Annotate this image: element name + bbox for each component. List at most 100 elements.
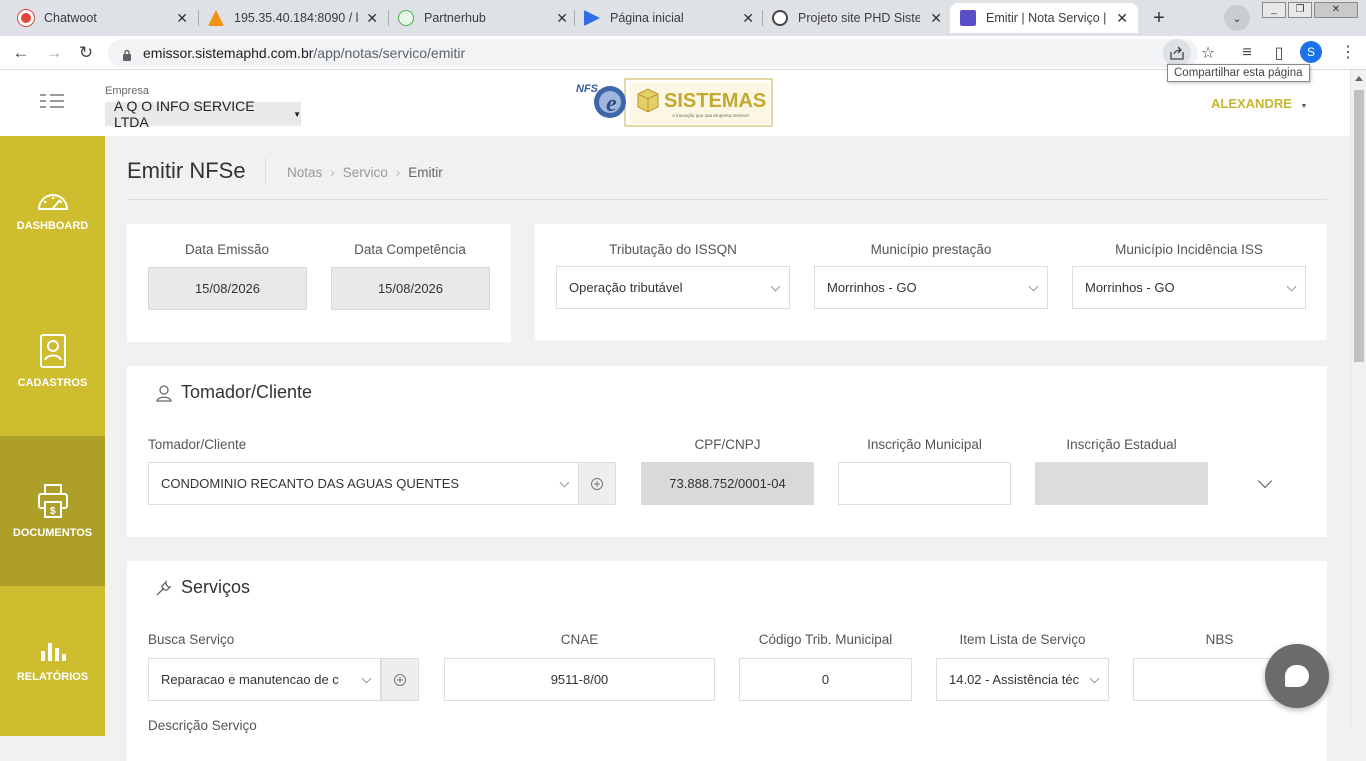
tributacao-issqn-value: Operação tributável: [569, 280, 683, 295]
breadcrumb-item[interactable]: Notas: [287, 165, 322, 180]
maximize-button[interactable]: ❐: [1288, 2, 1312, 18]
main-content: Emitir NFSe Notas › Servico › Emitir Data Em…: [105, 136, 1350, 761]
tab-close-icon[interactable]: ✕: [176, 10, 188, 27]
back-button[interactable]: ←: [10, 42, 32, 64]
logo-nfs: NFS: [576, 83, 599, 95]
nbs-label: NBS: [1205, 632, 1234, 647]
plus-circle-icon: [591, 477, 603, 490]
forward-button[interactable]: →: [43, 42, 65, 64]
empresa-label: Empresa: [105, 85, 150, 97]
dates-card: Data Emissão 15/08/2026 Data Competência…: [127, 224, 511, 342]
share-page-button[interactable]: [1163, 39, 1191, 67]
page-title: Emitir NFSe: [127, 158, 246, 183]
browser-tab[interactable]: Chatwoot ✕: [8, 3, 198, 33]
municipio-prestacao-select[interactable]: Morrinhos - GO: [814, 266, 1048, 309]
tab-search-button[interactable]: ⌄: [1224, 5, 1250, 31]
data-competencia-input[interactable]: 15/08/2026: [331, 267, 490, 310]
inscricao-estadual-label: Inscrição Estadual: [1066, 437, 1177, 452]
page-scrollbar[interactable]: [1350, 70, 1366, 728]
chevron-down-icon: [1028, 281, 1039, 292]
municipio-prestacao-label: Município prestação: [870, 242, 992, 257]
profile-avatar[interactable]: S: [1300, 41, 1322, 63]
chat-widget-button[interactable]: [1265, 644, 1329, 708]
descricao-servico-label: Descrição Serviço: [148, 718, 257, 733]
reload-button[interactable]: ↻: [75, 42, 97, 64]
tab-close-icon[interactable]: ✕: [742, 10, 754, 27]
data-emissao-label: Data Emissão: [184, 242, 270, 257]
sidebar-item-documentos[interactable]: $ DOCUMENTOS: [0, 436, 105, 586]
browser-tab[interactable]: Partnerhub ✕: [388, 3, 578, 33]
tab-title: Emitir | Nota Serviço | P: [986, 11, 1110, 25]
minimize-button[interactable]: _: [1262, 2, 1286, 18]
cpf-cnpj-input[interactable]: 73.888.752/0001-04: [641, 462, 814, 505]
url-path: /app/notas/servico/emitir: [313, 45, 466, 61]
reading-list-icon[interactable]: ≡: [1236, 42, 1258, 64]
company-logo: e NFS SISTEMAS A inovação que sua empres…: [576, 78, 774, 128]
scrollbar-thumb[interactable]: [1354, 90, 1364, 362]
close-window-button[interactable]: ✕: [1314, 2, 1358, 18]
cnae-label: CNAE: [560, 632, 599, 647]
browser-tab-active[interactable]: Emitir | Nota Serviço | P ✕: [950, 3, 1138, 33]
inscricao-municipal-input[interactable]: [838, 462, 1011, 505]
browser-tab[interactable]: 195.35.40.184:8090 / lo ✕: [198, 3, 388, 33]
user-name: ALEXANDRE: [1211, 96, 1292, 111]
divider: [127, 199, 1327, 200]
sidebar-item-dashboard[interactable]: DASHBOARD: [0, 136, 105, 286]
tab-title: Partnerhub: [424, 11, 486, 25]
tab-close-icon[interactable]: ✕: [930, 10, 942, 27]
item-lista-select[interactable]: 14.02 - Assistência téc: [936, 658, 1109, 701]
browser-tab-bar: Chatwoot ✕ 195.35.40.184:8090 / lo ✕ Par…: [0, 0, 1366, 36]
tomador-cliente-label: Tomador/Cliente: [148, 437, 247, 452]
tab-close-icon[interactable]: ✕: [366, 10, 378, 27]
tributacao-issqn-select[interactable]: Operação tributável: [556, 266, 790, 309]
tab-close-icon[interactable]: ✕: [556, 10, 568, 27]
user-menu[interactable]: ALEXANDRE ▼: [1211, 96, 1307, 111]
caret-down-icon: ▼: [293, 109, 301, 119]
browser-menu-icon[interactable]: ⋮: [1340, 42, 1356, 62]
sidebar-item-label: DASHBOARD: [16, 220, 89, 232]
sidebar-item-label: DOCUMENTOS: [12, 527, 93, 539]
busca-servico-value: Reparacao e manutencao de c: [161, 672, 339, 687]
bookmark-star-icon[interactable]: ☆: [1197, 42, 1219, 64]
url-host: emissor.sistemaphd.com.br: [143, 45, 314, 61]
busca-servico-select[interactable]: Reparacao e manutencao de c: [148, 658, 381, 701]
chat-bubble-icon: [1285, 665, 1309, 687]
data-emissao-input[interactable]: 15/08/2026: [148, 267, 307, 310]
add-cliente-button[interactable]: [578, 462, 616, 505]
address-bar[interactable]: emissor.sistemaphd.com.br/app/notas/serv…: [108, 39, 1198, 67]
browser-tab[interactable]: Projeto site PHD Sistem ✕: [762, 3, 952, 33]
browser-tab[interactable]: Página inicial ✕: [574, 3, 764, 33]
caret-down-icon: ▼: [1300, 103, 1308, 110]
lock-icon: [122, 48, 131, 61]
sidebar-item-label: RELATÓRIOS: [16, 671, 89, 683]
empresa-value: A Q O INFO SERVICE LTDA: [114, 98, 255, 130]
window-controls: _ ❐ ✕: [1262, 2, 1360, 18]
menu-toggle-icon[interactable]: [40, 94, 66, 108]
codigo-trib-input[interactable]: 0: [739, 658, 912, 701]
partnerhub-favicon-icon: [398, 10, 414, 26]
tab-close-icon[interactable]: ✕: [1116, 10, 1128, 27]
tomador-cliente-select[interactable]: CONDOMINIO RECANTO DAS AGUAS QUENTES: [148, 462, 579, 505]
empresa-select[interactable]: A Q O INFO SERVICE LTDA ▼: [105, 98, 301, 130]
add-servico-button[interactable]: [381, 658, 419, 701]
inscricao-estadual-input[interactable]: [1035, 462, 1208, 505]
municipio-incidencia-select[interactable]: Morrinhos - GO: [1072, 266, 1306, 309]
expand-chevron-icon[interactable]: [1257, 473, 1273, 489]
sidebar-item-cadastros[interactable]: CADASTROS: [0, 286, 105, 436]
scroll-up-icon[interactable]: [1355, 76, 1363, 81]
sidebar: DASHBOARD CADASTROS $ DOCUMENTOS RELATÓR…: [0, 136, 105, 736]
new-tab-button[interactable]: +: [1146, 5, 1172, 31]
side-panel-icon[interactable]: ▯: [1268, 42, 1290, 64]
svg-text:$: $: [50, 506, 56, 517]
browser-toolbar: ← → ↻ emissor.sistemaphd.com.br/app/nota…: [0, 36, 1366, 70]
tomador-section-title: Tomador/Cliente: [181, 382, 313, 402]
cnae-input[interactable]: 9511-8/00: [444, 658, 715, 701]
sidebar-item-relatorios[interactable]: RELATÓRIOS: [0, 586, 105, 736]
breadcrumb-item[interactable]: Servico: [343, 165, 388, 180]
chevron-down-icon: [361, 673, 372, 684]
chevron-down-icon: [559, 477, 570, 488]
hubspot-favicon-icon: [960, 10, 976, 26]
tab-title: 195.35.40.184:8090 / lo: [234, 11, 359, 25]
chevron-down-icon: [1089, 673, 1100, 684]
openai-favicon-icon: [772, 10, 788, 26]
